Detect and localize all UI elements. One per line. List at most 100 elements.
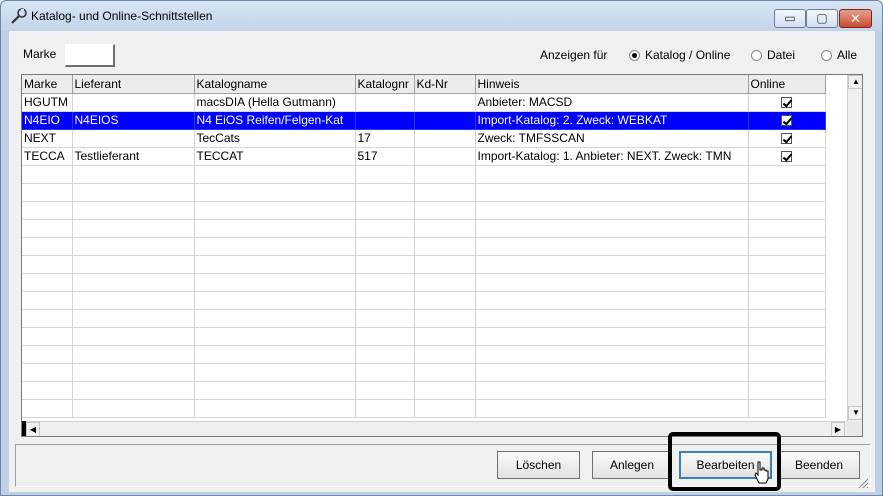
empty-cell[interactable] [72, 381, 195, 400]
empty-cell[interactable] [22, 327, 73, 346]
cell-hinweis[interactable]: Anbieter: MACSD [475, 93, 749, 112]
maximize-button[interactable]: ▢ [806, 9, 838, 28]
horizontal-scrollbar[interactable]: ◀ ▶ [22, 421, 847, 436]
empty-cell[interactable] [355, 381, 415, 400]
empty-cell[interactable] [355, 309, 415, 328]
empty-cell[interactable] [355, 201, 415, 220]
empty-cell[interactable] [475, 165, 749, 184]
empty-row[interactable] [22, 363, 826, 382]
empty-cell[interactable] [414, 237, 476, 256]
cell-katalognr[interactable] [355, 93, 415, 112]
empty-cell[interactable] [748, 327, 826, 346]
empty-cell[interactable] [475, 273, 749, 292]
empty-cell[interactable] [355, 219, 415, 238]
empty-cell[interactable] [22, 201, 73, 220]
empty-cell[interactable] [22, 399, 73, 418]
empty-cell[interactable] [22, 219, 73, 238]
empty-row[interactable] [22, 345, 826, 364]
cell-online[interactable] [748, 147, 826, 166]
empty-cell[interactable] [475, 327, 749, 346]
col-header-online[interactable]: Online [748, 75, 826, 94]
empty-cell[interactable] [22, 237, 73, 256]
scroll-left-icon[interactable]: ◀ [26, 422, 40, 436]
empty-cell[interactable] [355, 363, 415, 382]
close-button[interactable]: ✕ [839, 9, 872, 28]
empty-cell[interactable] [194, 165, 356, 184]
catalog-grid[interactable]: Marke Lieferant Katalogname Katalognr Kd… [21, 74, 863, 437]
anlegen-button[interactable]: Anlegen [592, 451, 672, 479]
cell-hinweis[interactable]: Import-Katalog: 1. Anbieter: NEXT. Zweck… [475, 147, 749, 166]
title-bar[interactable]: Katalog- und Online-Schnittstellen ▭ ▢ ✕ [1, 1, 882, 31]
empty-cell[interactable] [748, 255, 826, 274]
empty-cell[interactable] [355, 255, 415, 274]
empty-row[interactable] [22, 201, 826, 220]
col-header-lieferant[interactable]: Lieferant [72, 75, 195, 94]
col-header-marke[interactable]: Marke [22, 75, 73, 94]
empty-cell[interactable] [414, 363, 476, 382]
online-checkbox[interactable] [780, 133, 792, 145]
empty-cell[interactable] [194, 273, 356, 292]
empty-cell[interactable] [748, 183, 826, 202]
cell-katalognr[interactable] [355, 111, 415, 130]
empty-cell[interactable] [22, 381, 73, 400]
empty-row[interactable] [22, 381, 826, 400]
col-header-hinweis[interactable]: Hinweis [475, 75, 749, 94]
empty-cell[interactable] [748, 363, 826, 382]
cell-lieferant[interactable]: Testlieferant [72, 147, 195, 166]
empty-cell[interactable] [475, 399, 749, 418]
table-row[interactable]: N4EIO N4EIOS N4 EiOS Reifen/Felgen-Kat Impo… [22, 111, 826, 130]
cell-kdnr[interactable] [414, 147, 476, 166]
online-checkbox[interactable] [780, 97, 792, 109]
empty-cell[interactable] [22, 273, 73, 292]
radio-datei[interactable]: Datei [751, 48, 795, 62]
cell-hinweis[interactable]: Zweck: TMFSSCAN [475, 129, 749, 148]
empty-cell[interactable] [748, 273, 826, 292]
empty-cell[interactable] [72, 237, 195, 256]
loeschen-button[interactable]: Löschen [497, 451, 580, 479]
minimize-button[interactable]: ▭ [774, 9, 806, 28]
cell-katalognr[interactable]: 517 [355, 147, 415, 166]
empty-cell[interactable] [475, 381, 749, 400]
empty-cell[interactable] [72, 327, 195, 346]
cell-lieferant[interactable] [72, 129, 195, 148]
cell-kdnr[interactable] [414, 129, 476, 148]
empty-cell[interactable] [22, 363, 73, 382]
empty-cell[interactable] [72, 255, 195, 274]
empty-cell[interactable] [748, 309, 826, 328]
vertical-scrollbar[interactable]: ▲ ▼ [847, 75, 862, 421]
empty-cell[interactable] [414, 273, 476, 292]
empty-cell[interactable] [355, 273, 415, 292]
empty-cell[interactable] [194, 219, 356, 238]
empty-row[interactable] [22, 291, 826, 310]
empty-cell[interactable] [475, 237, 749, 256]
empty-cell[interactable] [355, 399, 415, 418]
empty-cell[interactable] [194, 381, 356, 400]
empty-cell[interactable] [194, 363, 356, 382]
empty-cell[interactable] [414, 381, 476, 400]
col-header-katalognr[interactable]: Katalognr [355, 75, 415, 94]
scroll-up-icon[interactable]: ▲ [848, 75, 862, 89]
cell-katalogname[interactable]: macsDIA (Hella Gutmann) [194, 93, 356, 112]
empty-cell[interactable] [72, 345, 195, 364]
col-header-katalogname[interactable]: Katalogname [194, 75, 356, 94]
empty-cell[interactable] [355, 327, 415, 346]
empty-row[interactable] [22, 399, 826, 418]
empty-row[interactable] [22, 327, 826, 346]
empty-cell[interactable] [22, 183, 73, 202]
cell-kdnr[interactable] [414, 93, 476, 112]
cell-katalognr[interactable]: 17 [355, 129, 415, 148]
empty-cell[interactable] [748, 201, 826, 220]
cell-marke[interactable]: TECCA [22, 147, 73, 166]
empty-cell[interactable] [72, 273, 195, 292]
empty-cell[interactable] [414, 165, 476, 184]
empty-cell[interactable] [22, 345, 73, 364]
empty-cell[interactable] [194, 255, 356, 274]
empty-cell[interactable] [355, 291, 415, 310]
empty-cell[interactable] [475, 345, 749, 364]
empty-cell[interactable] [475, 219, 749, 238]
cell-hinweis[interactable]: Import-Katalog: 2. Zweck: WEBKAT [475, 111, 749, 130]
empty-cell[interactable] [72, 165, 195, 184]
cell-katalogname[interactable]: N4 EiOS Reifen/Felgen-Kat [194, 111, 356, 130]
radio-alle[interactable]: Alle [821, 48, 857, 62]
empty-cell[interactable] [22, 165, 73, 184]
